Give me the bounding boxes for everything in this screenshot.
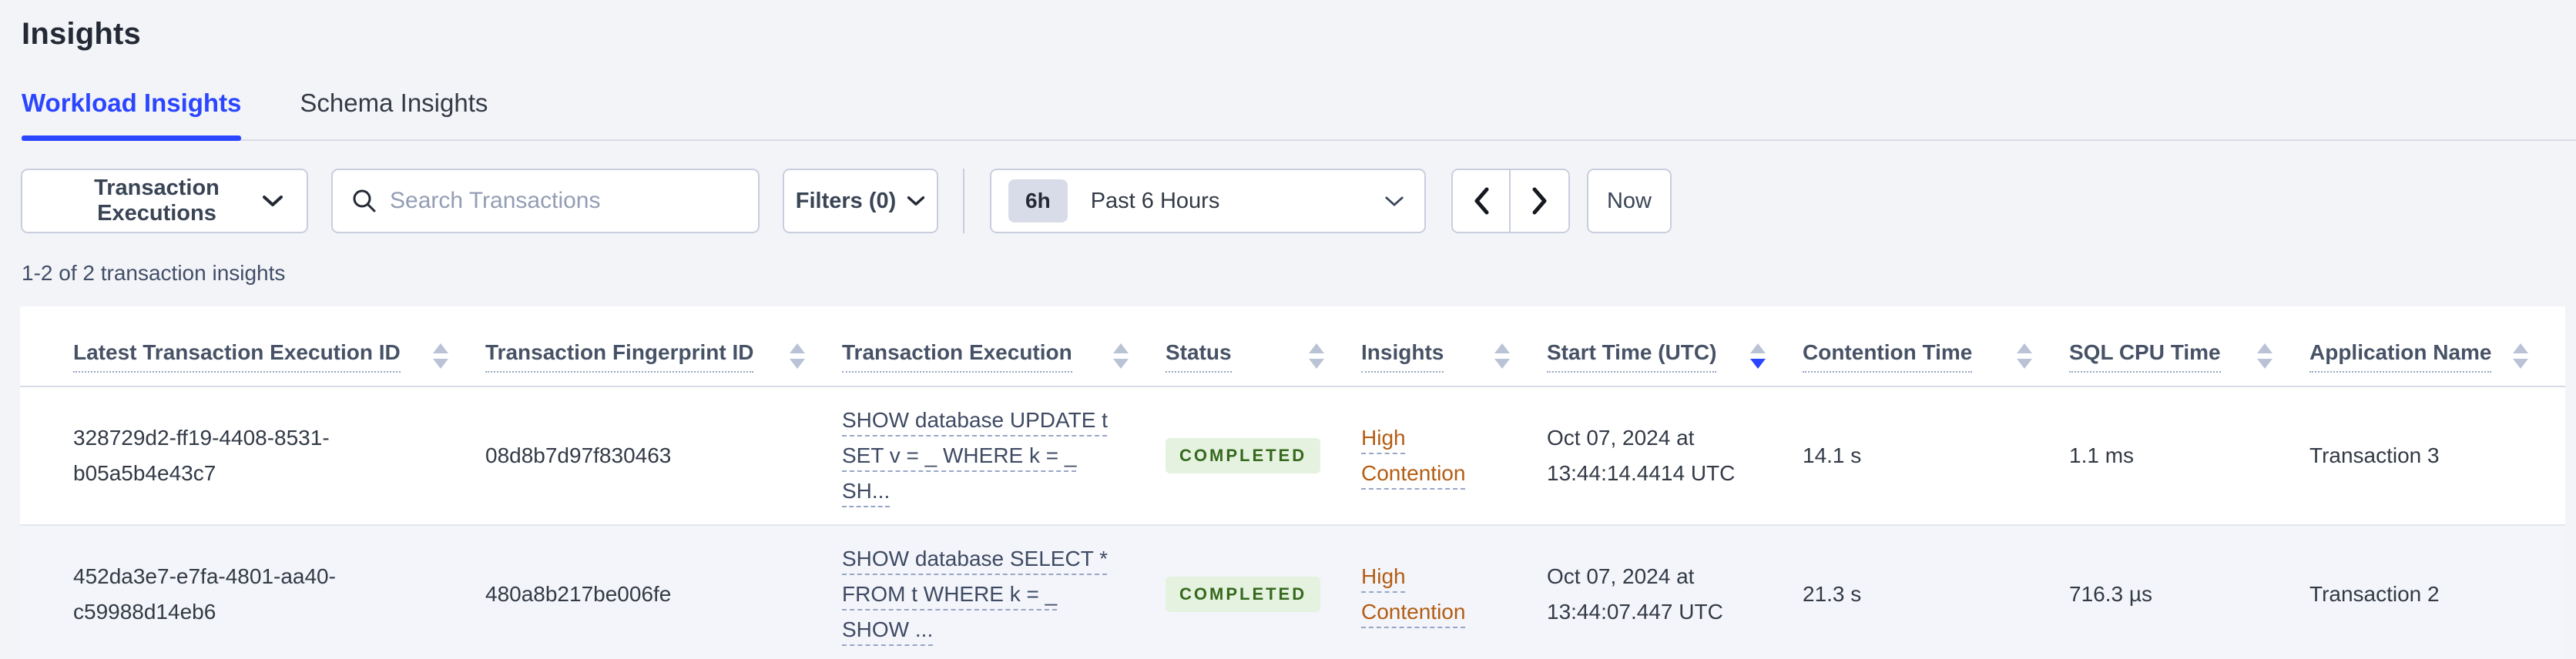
insight-type-dropdown-label: Transaction Executions [94, 176, 220, 226]
page-title: Insights [22, 17, 141, 51]
table-row: 452da3e7-e7fa-4801-aa40-c59988d14eb6 480… [20, 526, 2565, 659]
chevron-down-icon [907, 195, 925, 207]
column-header-latest-transaction-execution-id[interactable]: Latest Transaction Execution ID [73, 306, 485, 386]
sort-arrows-icon[interactable] [433, 343, 448, 369]
cell-contention-time: 14.1 s [1803, 443, 1862, 467]
cell-fingerprint-id: 480a8b217be006fe [485, 582, 672, 606]
sort-arrows-icon[interactable] [1494, 343, 1510, 369]
sort-arrows-icon-active-desc[interactable] [1750, 343, 1766, 369]
transaction-execution-link[interactable]: SHOW database SELECT * FROM t WHERE k = … [842, 541, 1129, 647]
sort-arrows-icon[interactable] [1113, 343, 1129, 369]
cell-execution-id: 328729d2-ff19-4408-8531-b05a5b4e43c7 [73, 426, 330, 485]
tab-schema-insights[interactable]: Schema Insights [300, 89, 488, 139]
cell-start-time: Oct 07, 2024 at 13:44:14.4414 UTC [1547, 426, 1736, 485]
chevron-down-icon [1384, 195, 1404, 208]
column-header-status[interactable]: Status [1166, 306, 1361, 386]
tab-bar: Workload Insights Schema Insights [22, 89, 2576, 141]
tab-workload-insights[interactable]: Workload Insights [22, 89, 242, 141]
cell-fingerprint-id: 08d8b7d97f830463 [485, 443, 672, 467]
filters-button-label: Filters (0) [795, 188, 897, 213]
now-button[interactable]: Now [1587, 169, 1672, 233]
sort-arrows-icon[interactable] [2257, 343, 2272, 369]
time-range-label: Past 6 Hours [1090, 188, 1220, 213]
column-header-contention-time[interactable]: Contention Time [1803, 306, 2069, 386]
cell-insights: High Contention [1361, 526, 1547, 659]
chevron-left-icon [1473, 187, 1490, 215]
time-next-button[interactable] [1511, 170, 1568, 232]
cell-sql-cpu-time: 716.3 µs [2069, 582, 2152, 606]
insights-page: Insights Workload Insights Schema Insigh… [0, 0, 2576, 659]
search-box[interactable] [331, 169, 760, 233]
column-header-application-name[interactable]: Application Name [2309, 306, 2565, 386]
sort-arrows-icon[interactable] [2513, 343, 2528, 369]
cell-application-name: Transaction 2 [2309, 582, 2440, 606]
time-range-badge: 6h [1008, 179, 1068, 222]
toolbar-divider [963, 169, 964, 233]
status-badge: COMPLETED [1166, 577, 1321, 612]
time-range-picker[interactable]: 6h Past 6 Hours [990, 169, 1426, 233]
transaction-execution-link[interactable]: SHOW database UPDATE t SET v = _ WHERE k… [842, 403, 1129, 509]
cell-sql-cpu-time: 1.1 ms [2069, 443, 2135, 467]
cell-application-name: Transaction 3 [2309, 443, 2440, 467]
cell-transaction-execution: SHOW database SELECT * FROM t WHERE k = … [842, 526, 1166, 659]
column-header-transaction-fingerprint-id[interactable]: Transaction Fingerprint ID [485, 306, 842, 386]
column-header-start-time[interactable]: Start Time (UTC) [1547, 306, 1803, 386]
toolbar: Transaction Executions Filters (0) 6h Pa… [21, 169, 2576, 233]
cell-transaction-execution: SHOW database UPDATE t SET v = _ WHERE k… [842, 387, 1166, 524]
table-header-row: Latest Transaction Execution ID Transact… [20, 306, 2565, 387]
cell-start-time: Oct 07, 2024 at 13:44:07.447 UTC [1547, 564, 1723, 624]
cell-status: COMPLETED [1166, 526, 1361, 659]
status-badge: COMPLETED [1166, 438, 1321, 473]
time-nav-group [1451, 169, 1570, 233]
sort-arrows-icon[interactable] [2017, 343, 2032, 369]
insight-link[interactable]: High Contention [1361, 559, 1510, 630]
cell-status: COMPLETED [1166, 387, 1361, 524]
search-input[interactable] [390, 188, 758, 214]
chevron-down-icon [262, 194, 283, 208]
insight-link[interactable]: High Contention [1361, 420, 1510, 491]
chevron-right-icon [1531, 187, 1548, 215]
column-header-transaction-execution[interactable]: Transaction Execution [842, 306, 1166, 386]
column-header-sql-cpu-time[interactable]: SQL CPU Time [2069, 306, 2309, 386]
filters-button[interactable]: Filters (0) [783, 169, 938, 233]
sort-arrows-icon[interactable] [790, 343, 805, 369]
cell-contention-time: 21.3 s [1803, 582, 1862, 606]
results-summary: 1-2 of 2 transaction insights [22, 261, 286, 285]
time-prev-button[interactable] [1453, 170, 1511, 232]
sort-arrows-icon[interactable] [1309, 343, 1324, 369]
table-row: 328729d2-ff19-4408-8531-b05a5b4e43c7 08d… [20, 387, 2565, 526]
insight-type-dropdown[interactable]: Transaction Executions [21, 169, 308, 233]
search-icon [351, 188, 377, 214]
insights-table-card: Latest Transaction Execution ID Transact… [20, 306, 2565, 659]
column-header-insights[interactable]: Insights [1361, 306, 1547, 386]
cell-insights: High Contention [1361, 387, 1547, 524]
cell-execution-id: 452da3e7-e7fa-4801-aa40-c59988d14eb6 [73, 564, 336, 624]
